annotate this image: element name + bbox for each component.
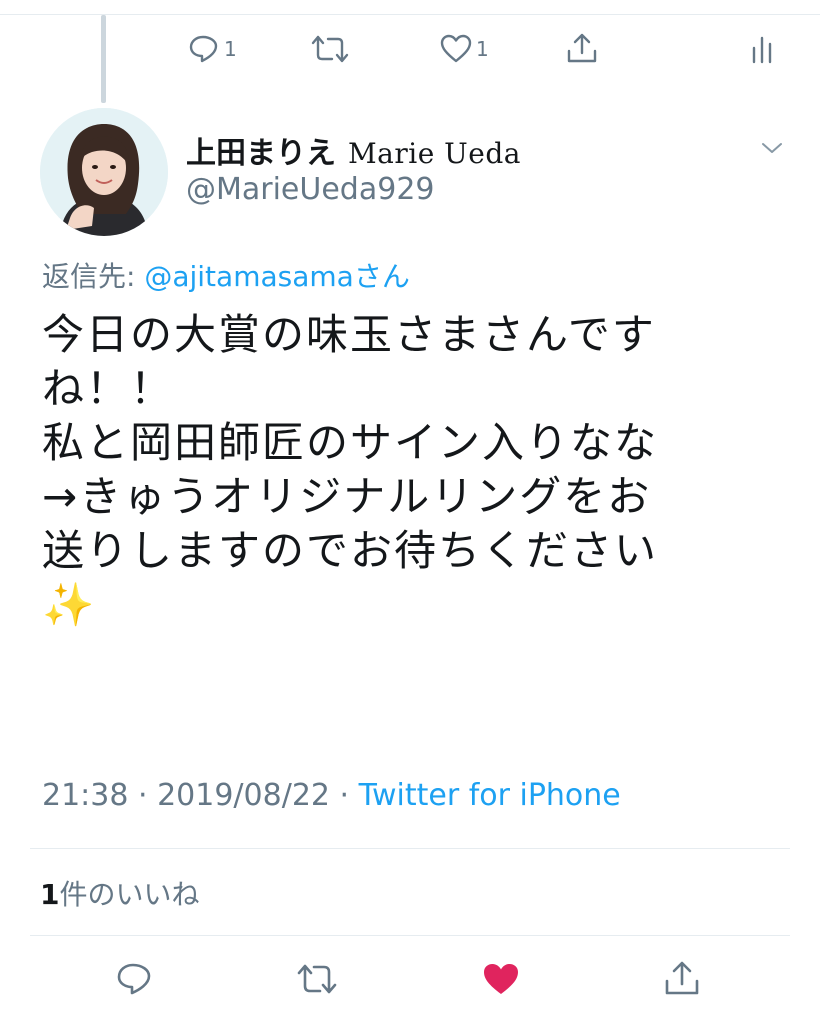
- reply-action[interactable]: 1: [188, 34, 237, 64]
- share-icon: [665, 961, 699, 995]
- bottom-share-button[interactable]: [664, 960, 700, 996]
- reply-to-line: 返信先: @ajitamasamaさん: [42, 255, 410, 295]
- share-action[interactable]: [566, 32, 598, 64]
- analytics-action[interactable]: [750, 34, 774, 64]
- display-name-en: Marie Ueda: [348, 137, 521, 170]
- likes-count: 1: [40, 878, 60, 911]
- thread-connector-line: [101, 15, 106, 103]
- meta-separator-1: ·: [128, 778, 158, 813]
- retweet-action[interactable]: [310, 34, 350, 64]
- reply-icon: [189, 35, 218, 63]
- likes-label: 件のいいね: [59, 878, 200, 911]
- tweet-text: 今日の大賞の味玉さまさんです ね！！ 私と岡田師匠のサイン入りなな →きゅうオリ…: [42, 310, 659, 629]
- reply-to-prefix: 返信先:: [42, 260, 145, 293]
- divider-likes: [30, 935, 790, 936]
- heart-filled-icon: [484, 964, 518, 994]
- author-handle[interactable]: @MarieUeda929: [186, 172, 435, 207]
- analytics-icon: [752, 36, 772, 64]
- display-name-jp: 上田まりえ: [186, 136, 336, 171]
- bottom-reply-button[interactable]: [116, 962, 152, 996]
- reply-icon: [117, 963, 151, 995]
- like-count: 1: [476, 37, 489, 61]
- author-avatar[interactable]: [40, 108, 168, 236]
- meta-separator-2: ·: [330, 778, 359, 813]
- reply-to-suffix: さん: [353, 260, 410, 293]
- divider-meta: [30, 848, 790, 849]
- heart-outline-icon: [440, 34, 472, 63]
- tweet-source-link[interactable]: Twitter for iPhone: [359, 778, 621, 813]
- reply-to-mention[interactable]: @ajitamasama: [144, 260, 353, 293]
- likes-summary[interactable]: 1件のいいね: [40, 873, 200, 913]
- retweet-icon: [297, 964, 337, 994]
- share-icon: [567, 33, 597, 63]
- bottom-like-button[interactable]: [482, 962, 520, 996]
- tweet-time: 21:38: [42, 778, 129, 813]
- reply-count: 1: [224, 37, 237, 61]
- avatar-photo: [40, 108, 168, 236]
- tweet-meta: 21:38 · 2019/08/22 · Twitter for iPhone: [42, 778, 621, 813]
- like-action[interactable]: 1: [440, 34, 489, 64]
- bottom-retweet-button[interactable]: [296, 962, 338, 996]
- top-divider: [0, 14, 820, 15]
- author-name[interactable]: 上田まりえ Marie Ueda: [186, 128, 521, 171]
- chevron-down-icon: [762, 143, 782, 153]
- retweet-icon: [311, 35, 349, 63]
- tweet-menu-button[interactable]: [760, 140, 784, 160]
- tweet-date: 2019/08/22: [157, 778, 330, 813]
